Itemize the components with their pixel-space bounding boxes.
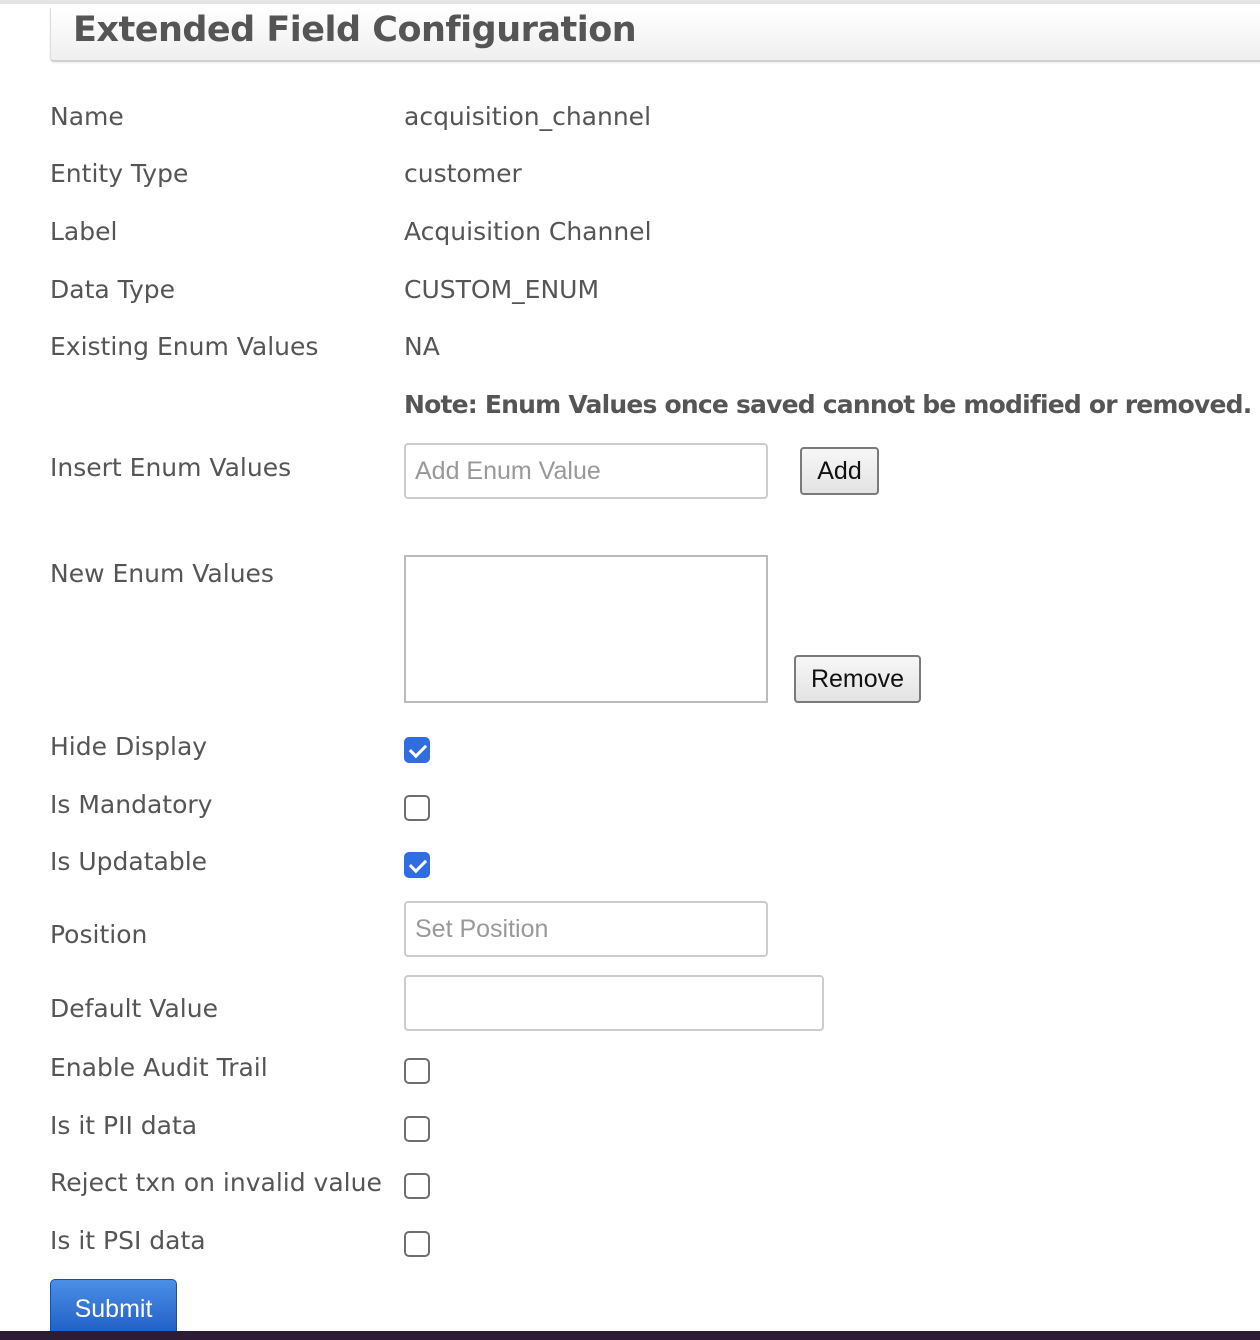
is-psi-label: Is it PSI data — [50, 1226, 206, 1255]
reject-txn-checkbox[interactable] — [404, 1173, 430, 1199]
hide-display-label: Hide Display — [50, 732, 208, 761]
existing-enum-values-label: Existing Enum Values — [50, 332, 319, 361]
is-pii-checkbox[interactable] — [404, 1116, 430, 1142]
is-psi-checkbox[interactable] — [404, 1231, 430, 1257]
enable-audit-trail-checkbox[interactable] — [404, 1058, 430, 1084]
add-button[interactable]: Add — [800, 447, 879, 495]
enable-audit-trail-label: Enable Audit Trail — [50, 1053, 268, 1082]
add-enum-value-input[interactable] — [404, 443, 768, 499]
is-mandatory-checkbox[interactable] — [404, 795, 430, 821]
field-label-value: Acquisition Channel — [404, 217, 652, 246]
is-pii-label: Is it PII data — [50, 1111, 198, 1140]
data-type-label: Data Type — [50, 275, 176, 304]
section-header: Extended Field Configuration — [50, 8, 1260, 62]
name-value: acquisition_channel — [404, 102, 652, 131]
is-updatable-checkbox[interactable] — [404, 852, 430, 878]
position-input[interactable] — [404, 901, 768, 957]
insert-enum-values-label: Insert Enum Values — [50, 453, 292, 482]
bottom-bar — [0, 1331, 1260, 1340]
top-border — [0, 0, 1260, 4]
field-label-label: Label — [50, 217, 118, 246]
default-value-input[interactable] — [404, 975, 824, 1031]
is-mandatory-label: Is Mandatory — [50, 790, 213, 819]
remove-button[interactable]: Remove — [794, 655, 921, 703]
page-title: Extended Field Configuration — [73, 10, 637, 50]
default-value-label: Default Value — [50, 994, 218, 1023]
data-type-value: CUSTOM_ENUM — [404, 275, 600, 304]
submit-button[interactable]: Submit — [50, 1279, 177, 1337]
position-label: Position — [50, 920, 148, 949]
name-label: Name — [50, 102, 124, 131]
entity-type-label: Entity Type — [50, 159, 189, 188]
entity-type-value: customer — [404, 159, 522, 188]
new-enum-values-list[interactable] — [404, 555, 768, 703]
is-updatable-label: Is Updatable — [50, 847, 208, 876]
new-enum-values-label: New Enum Values — [50, 559, 274, 588]
hide-display-checkbox[interactable] — [404, 737, 430, 763]
existing-enum-values-value: NA — [404, 332, 440, 361]
reject-txn-label: Reject txn on invalid value — [50, 1168, 382, 1197]
enum-note: Note: Enum Values once saved cannot be m… — [404, 390, 1252, 419]
